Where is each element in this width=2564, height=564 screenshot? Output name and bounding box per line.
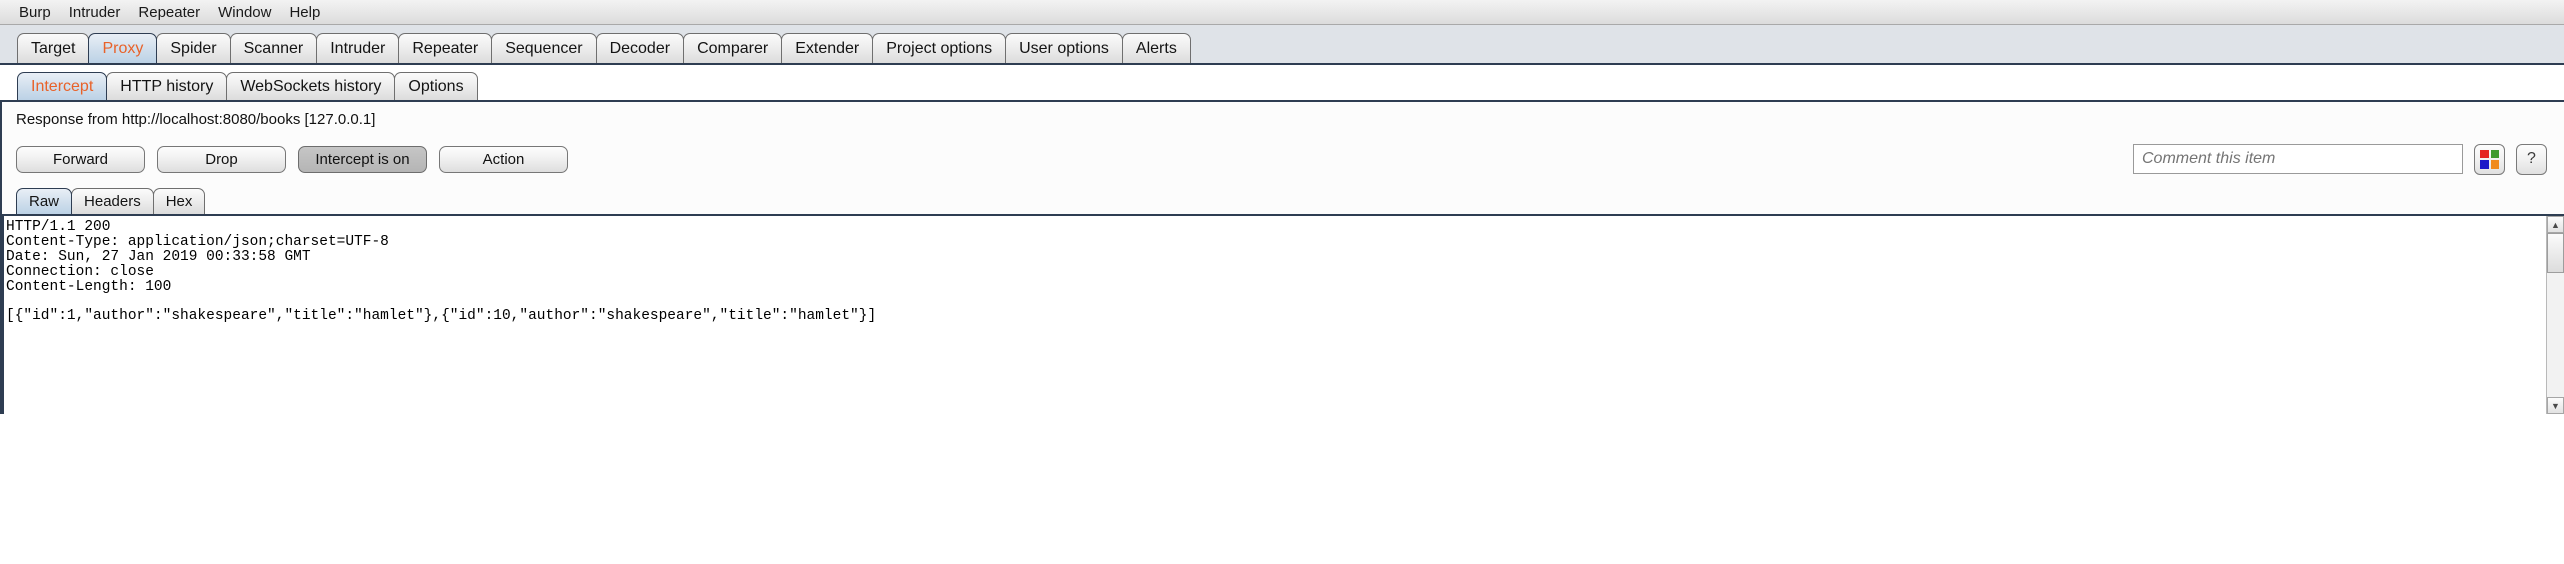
tab-extender[interactable]: Extender	[781, 33, 873, 63]
action-button[interactable]: Action	[439, 146, 568, 173]
response-raw-text[interactable]: HTTP/1.1 200 Content-Type: application/j…	[2, 216, 2546, 414]
tab-decoder[interactable]: Decoder	[596, 33, 684, 63]
tab-scanner[interactable]: Scanner	[230, 33, 318, 63]
response-scrollbar[interactable]: ▲ ▼	[2546, 216, 2564, 414]
subtab-options[interactable]: Options	[394, 72, 477, 100]
intercept-action-bar: Forward Drop Intercept is on Action ?	[0, 136, 2564, 182]
proxy-sub-tab-strip: Intercept HTTP history WebSockets histor…	[0, 65, 2564, 102]
intercept-toggle-button[interactable]: Intercept is on	[298, 146, 427, 173]
forward-button[interactable]: Forward	[16, 146, 145, 173]
menu-item-help[interactable]: Help	[280, 2, 329, 23]
comment-input[interactable]	[2133, 144, 2463, 174]
subtab-http-history[interactable]: HTTP history	[106, 72, 227, 100]
swatch-orange	[2491, 160, 2500, 169]
intercepted-response-info: Response from http://localhost:8080/book…	[0, 102, 2564, 136]
drop-button[interactable]: Drop	[157, 146, 286, 173]
swatch-blue	[2480, 160, 2489, 169]
tab-comparer[interactable]: Comparer	[683, 33, 782, 63]
help-button[interactable]: ?	[2516, 144, 2547, 175]
swatch-green	[2491, 150, 2500, 159]
scroll-down-arrow-icon[interactable]: ▼	[2547, 397, 2564, 414]
highlight-color-button[interactable]	[2474, 144, 2505, 175]
tab-user-options[interactable]: User options	[1005, 33, 1123, 63]
tab-spider[interactable]: Spider	[156, 33, 230, 63]
swatch-red	[2480, 150, 2489, 159]
tab-repeater[interactable]: Repeater	[398, 33, 492, 63]
subtab-websockets-history[interactable]: WebSockets history	[226, 72, 395, 100]
tab-project-options[interactable]: Project options	[872, 33, 1006, 63]
menu-item-intruder[interactable]: Intruder	[60, 2, 130, 23]
tab-sequencer[interactable]: Sequencer	[491, 33, 596, 63]
tab-target[interactable]: Target	[17, 33, 89, 63]
response-body-pane: HTTP/1.1 200 Content-Type: application/j…	[0, 214, 2564, 414]
main-tab-strip: Target Proxy Spider Scanner Intruder Rep…	[0, 25, 2564, 65]
tab-intruder[interactable]: Intruder	[316, 33, 399, 63]
message-view-tab-strip: Raw Headers Hex	[0, 182, 2564, 214]
menu-item-repeater[interactable]: Repeater	[129, 2, 209, 23]
menu-item-window[interactable]: Window	[209, 2, 280, 23]
message-tab-raw[interactable]: Raw	[16, 188, 72, 214]
color-swatch-grid	[2480, 150, 2499, 169]
scroll-up-arrow-icon[interactable]: ▲	[2547, 216, 2564, 233]
tab-proxy[interactable]: Proxy	[88, 33, 157, 63]
message-tab-headers[interactable]: Headers	[71, 188, 154, 214]
scrollbar-thumb[interactable]	[2547, 233, 2564, 273]
menu-item-burp[interactable]: Burp	[10, 2, 60, 23]
subtab-intercept[interactable]: Intercept	[17, 72, 107, 100]
question-mark-icon: ?	[2527, 151, 2536, 167]
menu-bar: Burp Intruder Repeater Window Help	[0, 0, 2564, 25]
tab-alerts[interactable]: Alerts	[1122, 33, 1191, 63]
scrollbar-track[interactable]	[2547, 273, 2564, 397]
message-tab-hex[interactable]: Hex	[153, 188, 206, 214]
pane-left-rail	[2, 216, 4, 414]
